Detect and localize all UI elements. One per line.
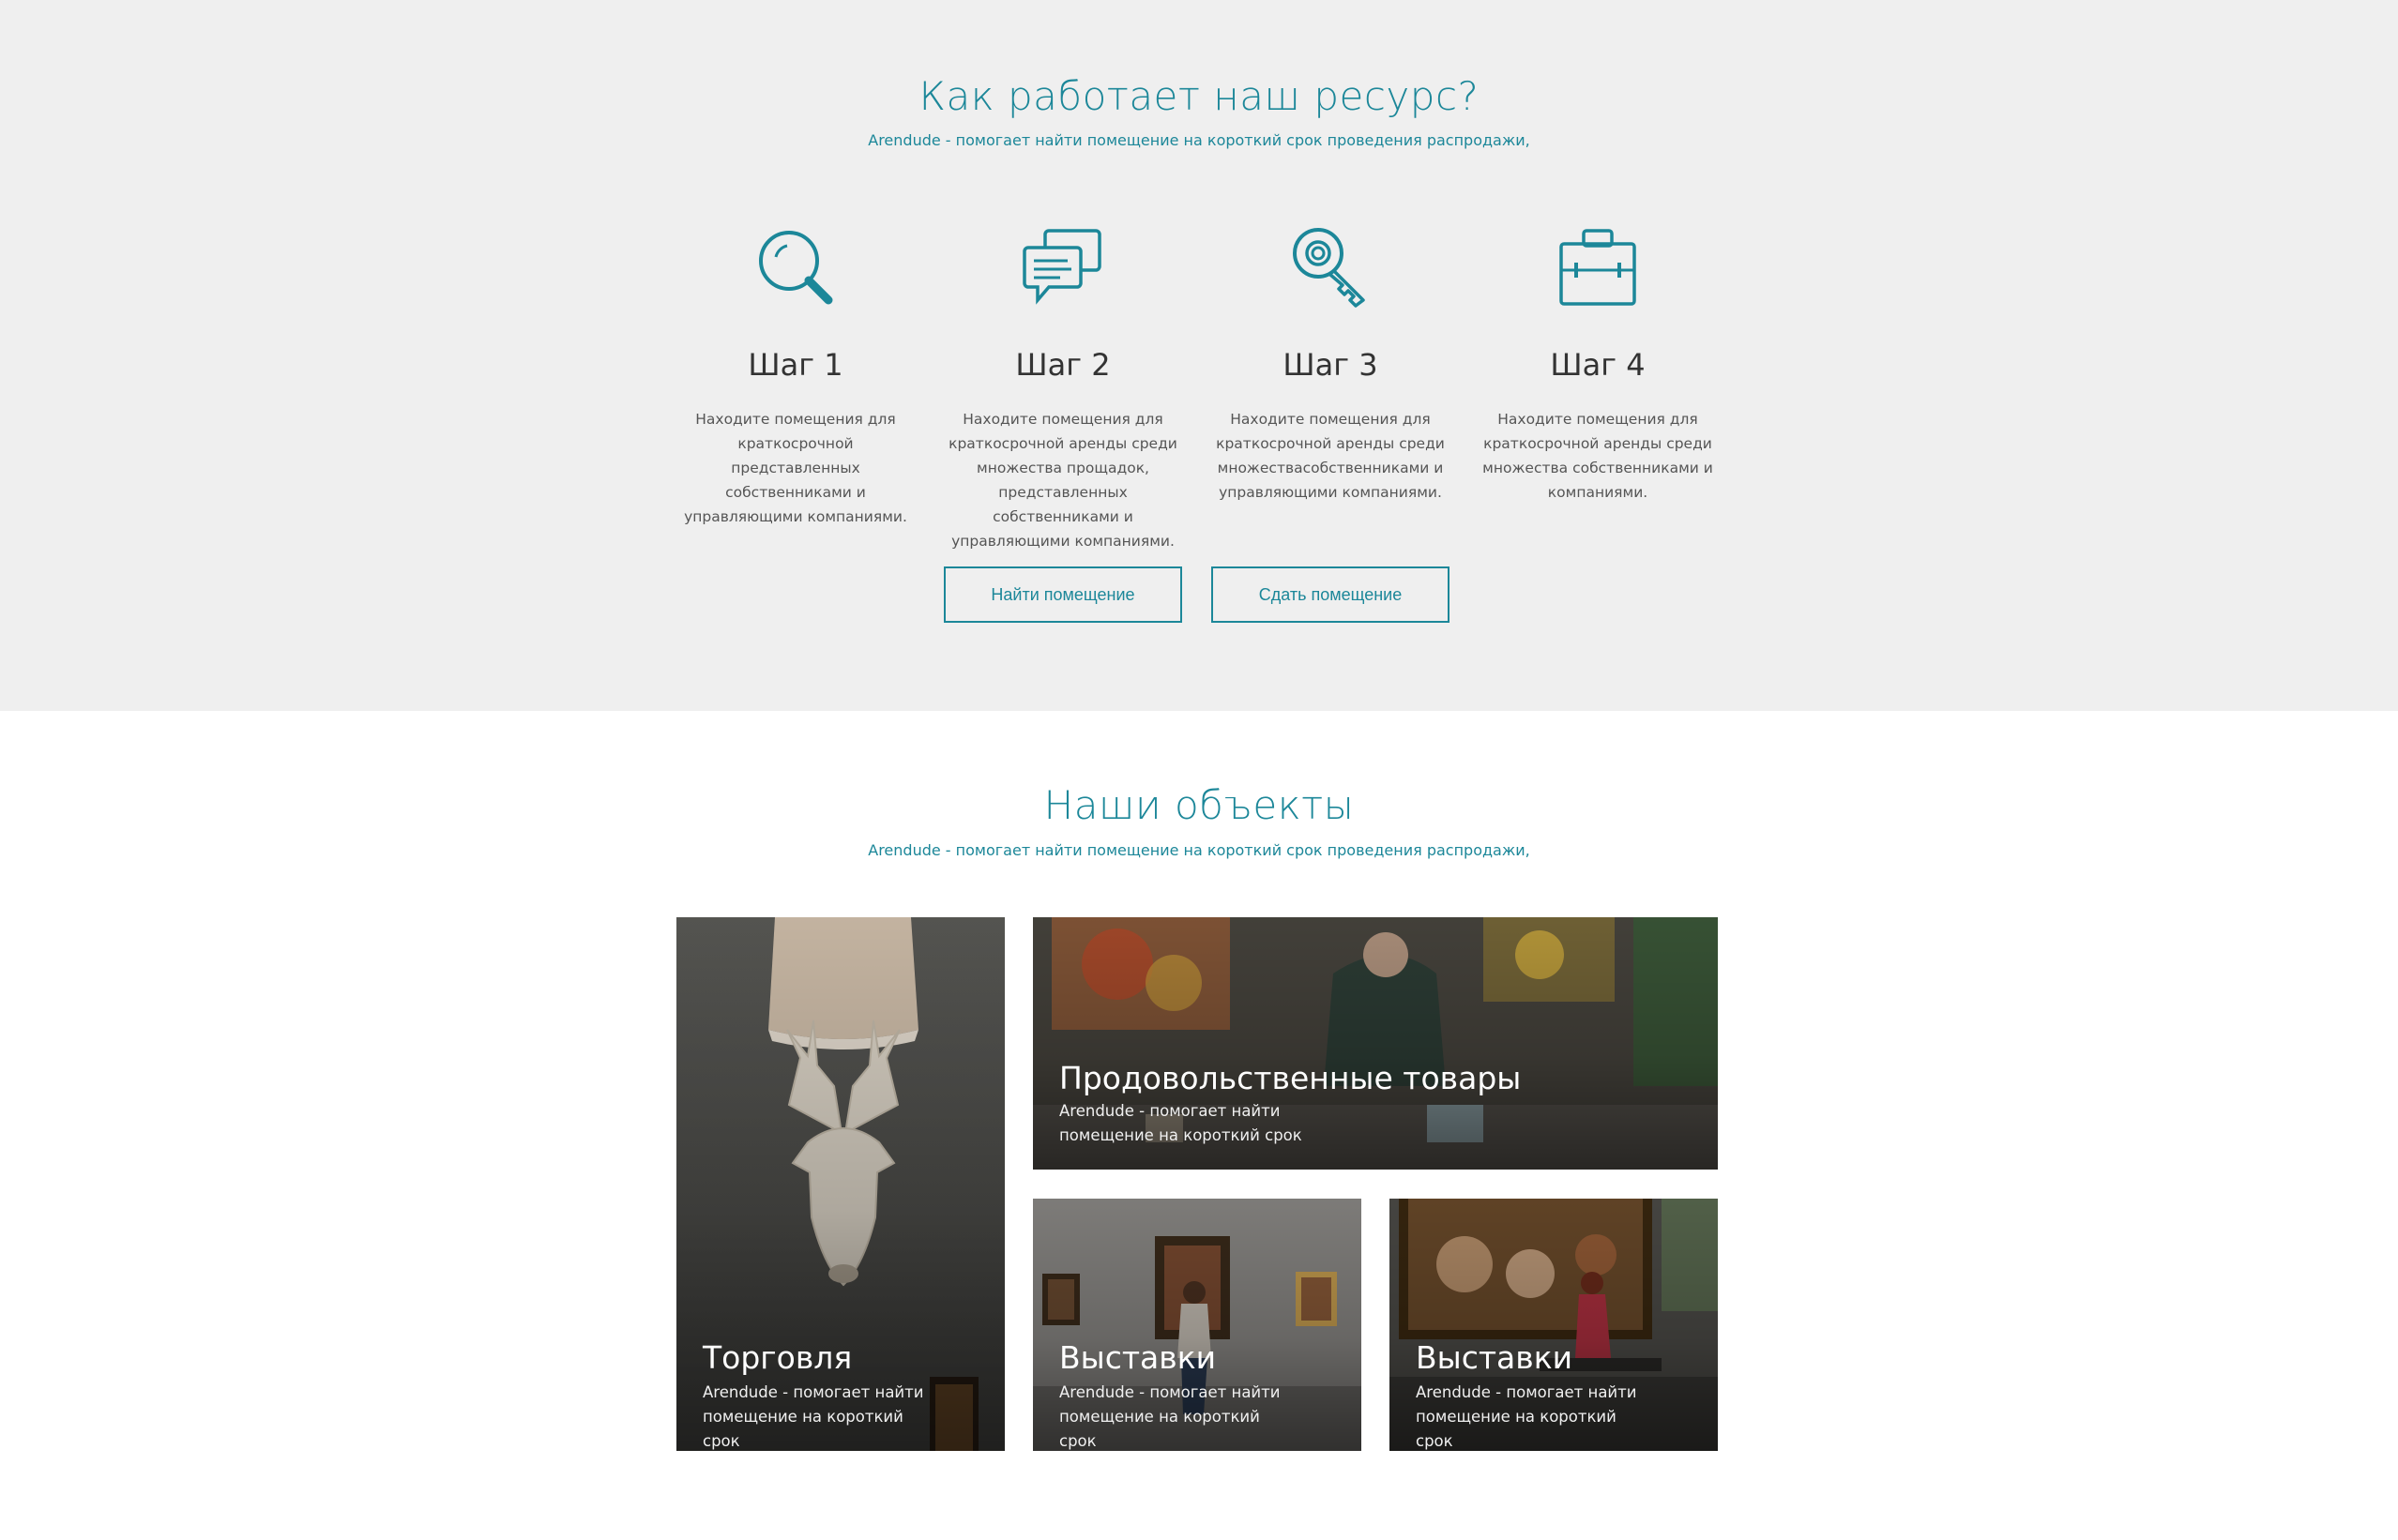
tile-text: Arendude - помогает найти помещение на к… — [703, 1383, 924, 1450]
how-title: Как работает наш ресурс? — [918, 73, 1480, 119]
tile-title: Выставки — [1059, 1339, 1217, 1376]
rent-space-button[interactable]: Сдать помещение — [1211, 566, 1449, 623]
key-icon — [1293, 228, 1365, 308]
chat-icon — [1023, 229, 1101, 305]
object-tile-food[interactable]: Продовольственные товары Arendude - помо… — [1033, 917, 1718, 1170]
object-tile-trade[interactable]: Торговля Arendude - помогает найти помещ… — [676, 917, 1005, 1451]
object-tile-exhibitions-2[interactable]: Выставки Arendude - помогает найти помещ… — [1389, 1199, 1718, 1451]
how-subtitle: Arendude - помогает найти помещение на к… — [868, 131, 1530, 149]
tile-text: Arendude - помогает найти помещение на к… — [1059, 1383, 1281, 1450]
step-name: Шаг 4 — [1550, 347, 1646, 383]
objects-title: Наши объекты — [1043, 782, 1355, 828]
find-space-button[interactable]: Найти помещение — [944, 566, 1182, 623]
tile-title: Выставки — [1416, 1339, 1573, 1376]
step-desc: Находите помещения для краткосрочной пре… — [684, 411, 907, 525]
step-3: Шаг 3 Находите помещения для краткосрочн… — [1204, 225, 1457, 505]
step-4: Шаг 4 Находите помещения для краткосрочн… — [1471, 225, 1724, 505]
step-desc: Находите помещения для краткосрочной аре… — [949, 411, 1177, 550]
step-desc: Находите помещения для краткосрочной аре… — [1482, 411, 1713, 501]
tile-title: Продовольственные товары — [1059, 1060, 1522, 1096]
step-name: Шаг 3 — [1282, 347, 1378, 383]
step-desc: Находите помещения для краткосрочной аре… — [1216, 411, 1445, 501]
step-name: Шаг 1 — [748, 347, 843, 383]
how-it-works-section: Как работает наш ресурс? Arendude - помо… — [0, 0, 2398, 711]
step-1: Шаг 1 Находите помещения для краткосрочн… — [669, 225, 922, 529]
tile-text: Arendude - помогает найти помещение на к… — [1059, 1102, 1302, 1144]
briefcase-icon — [1559, 229, 1636, 306]
object-tile-exhibitions-1[interactable]: Выставки Arendude - помогает найти помещ… — [1033, 1199, 1361, 1451]
tile-text: Arendude - помогает найти помещение на к… — [1416, 1383, 1637, 1450]
step-name: Шаг 2 — [1015, 347, 1111, 383]
objects-subtitle: Arendude - помогает найти помещение на к… — [868, 841, 1530, 859]
tile-title: Торговля — [703, 1339, 853, 1376]
step-2: Шаг 2 Находите помещения для краткосрочн… — [936, 225, 1190, 553]
search-icon — [759, 231, 833, 305]
